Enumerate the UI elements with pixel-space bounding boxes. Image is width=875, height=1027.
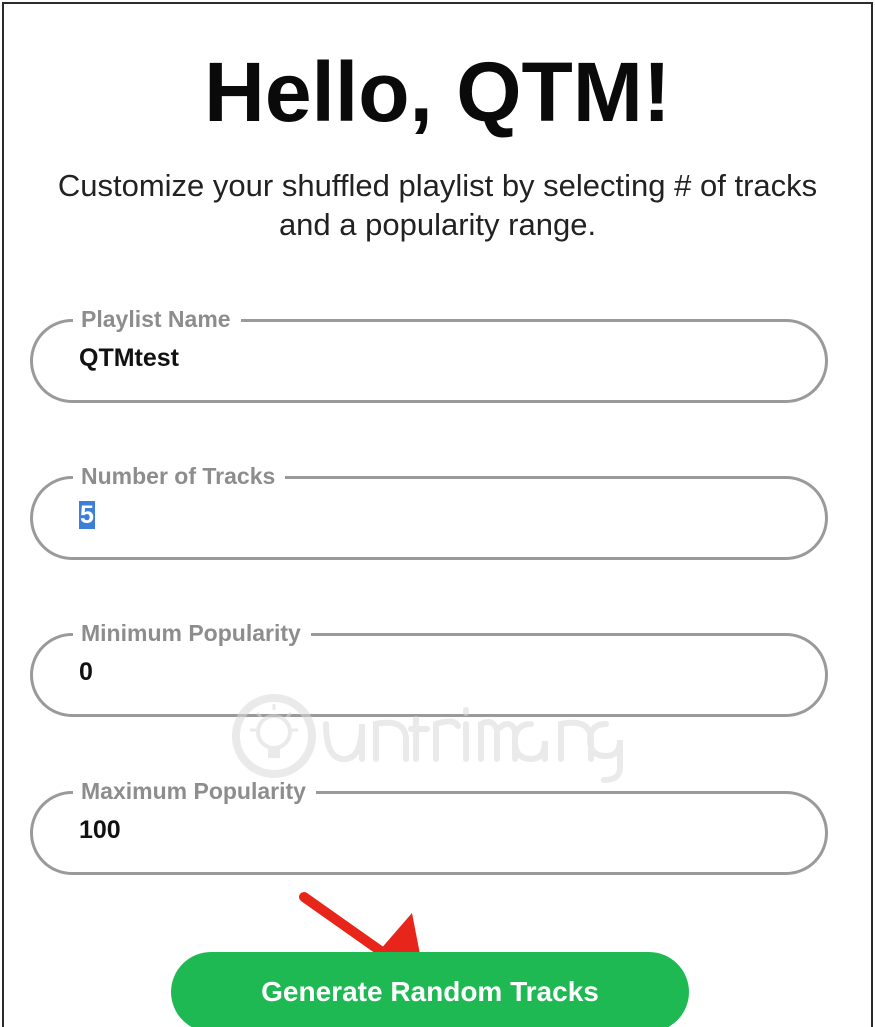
number-of-tracks-input[interactable]: 5 (79, 499, 719, 531)
number-of-tracks-label: Number of Tracks (73, 462, 286, 490)
maximum-popularity-label: Maximum Popularity (73, 777, 316, 805)
playlist-name-field[interactable]: Playlist Name (30, 305, 828, 403)
playlist-name-label: Playlist Name (73, 305, 241, 333)
minimum-popularity-field[interactable]: Minimum Popularity (30, 619, 828, 717)
number-of-tracks-field[interactable]: Number of Tracks 5 (30, 462, 828, 560)
minimum-popularity-label: Minimum Popularity (73, 619, 311, 647)
page-subtitle: Customize your shuffled playlist by sele… (57, 168, 818, 242)
page-title: Hello, QTM! (204, 45, 671, 139)
playlist-name-input[interactable] (79, 342, 719, 374)
minimum-popularity-input[interactable] (79, 656, 719, 688)
app-frame: Hello, QTM! Customize your shuffled play… (2, 2, 873, 1027)
number-of-tracks-value: 5 (79, 501, 95, 529)
generate-random-tracks-button[interactable]: Generate Random Tracks (171, 952, 689, 1027)
maximum-popularity-field[interactable]: Maximum Popularity (30, 777, 828, 875)
maximum-popularity-input[interactable] (79, 814, 719, 846)
